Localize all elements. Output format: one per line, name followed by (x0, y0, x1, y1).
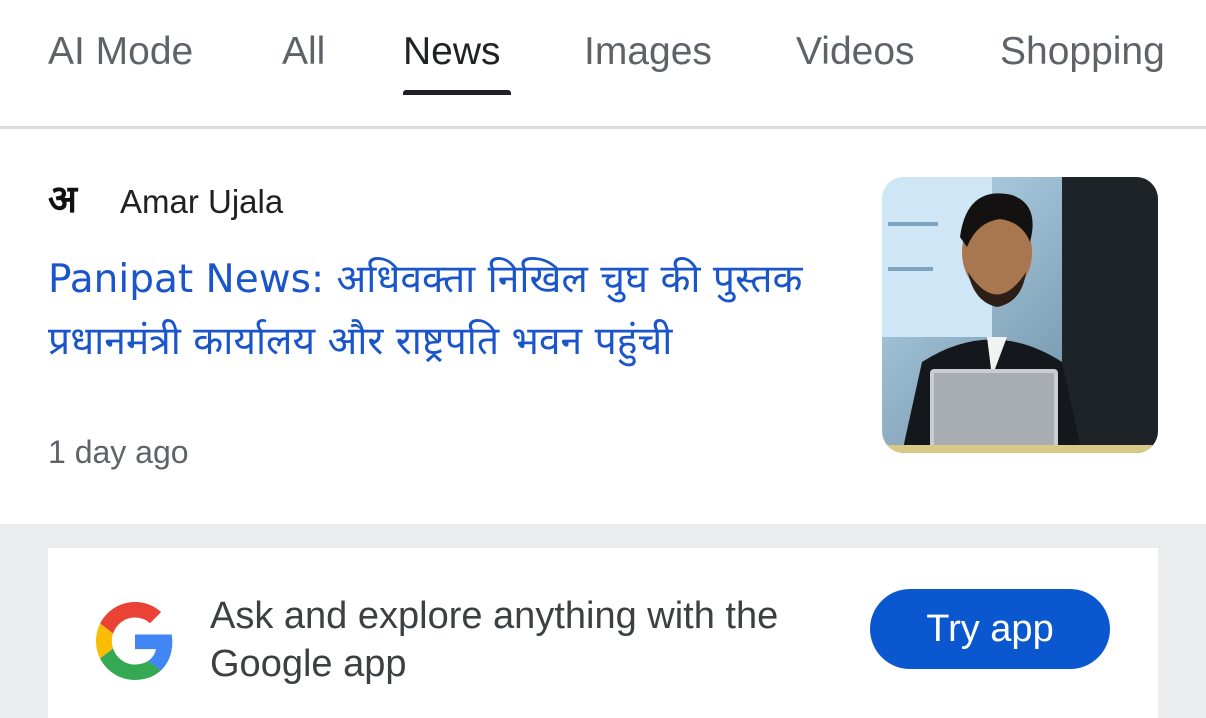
tab-all[interactable]: All (282, 30, 325, 74)
source-logo: अ (48, 176, 77, 221)
search-tabs: AI Mode All News Images Videos Shopping (0, 0, 1206, 129)
article-timestamp: 1 day ago (48, 434, 189, 470)
article-thumbnail[interactable] (882, 177, 1158, 453)
tab-shopping[interactable]: Shopping (1000, 30, 1165, 74)
google-g-icon (96, 602, 173, 680)
active-tab-indicator (403, 90, 511, 95)
news-article-card[interactable]: अ Amar Ujala Panipat News: अधिवक्ता निखि… (0, 129, 1206, 524)
promo-text: Ask and explore anything with the Google… (210, 595, 779, 685)
try-app-button[interactable]: Try app (870, 589, 1110, 669)
article-headline[interactable]: Panipat News: अधिवक्ता निखिल चुघ की पुस्… (48, 249, 848, 373)
thumbnail-image (882, 177, 1158, 453)
tab-news[interactable]: News (403, 30, 501, 74)
source-name[interactable]: Amar Ujala (120, 183, 283, 221)
tab-images[interactable]: Images (584, 30, 712, 74)
tab-ai-mode[interactable]: AI Mode (48, 30, 193, 74)
tab-videos[interactable]: Videos (796, 30, 915, 74)
google-app-promo: Ask and explore anything with the Google… (48, 548, 1158, 718)
